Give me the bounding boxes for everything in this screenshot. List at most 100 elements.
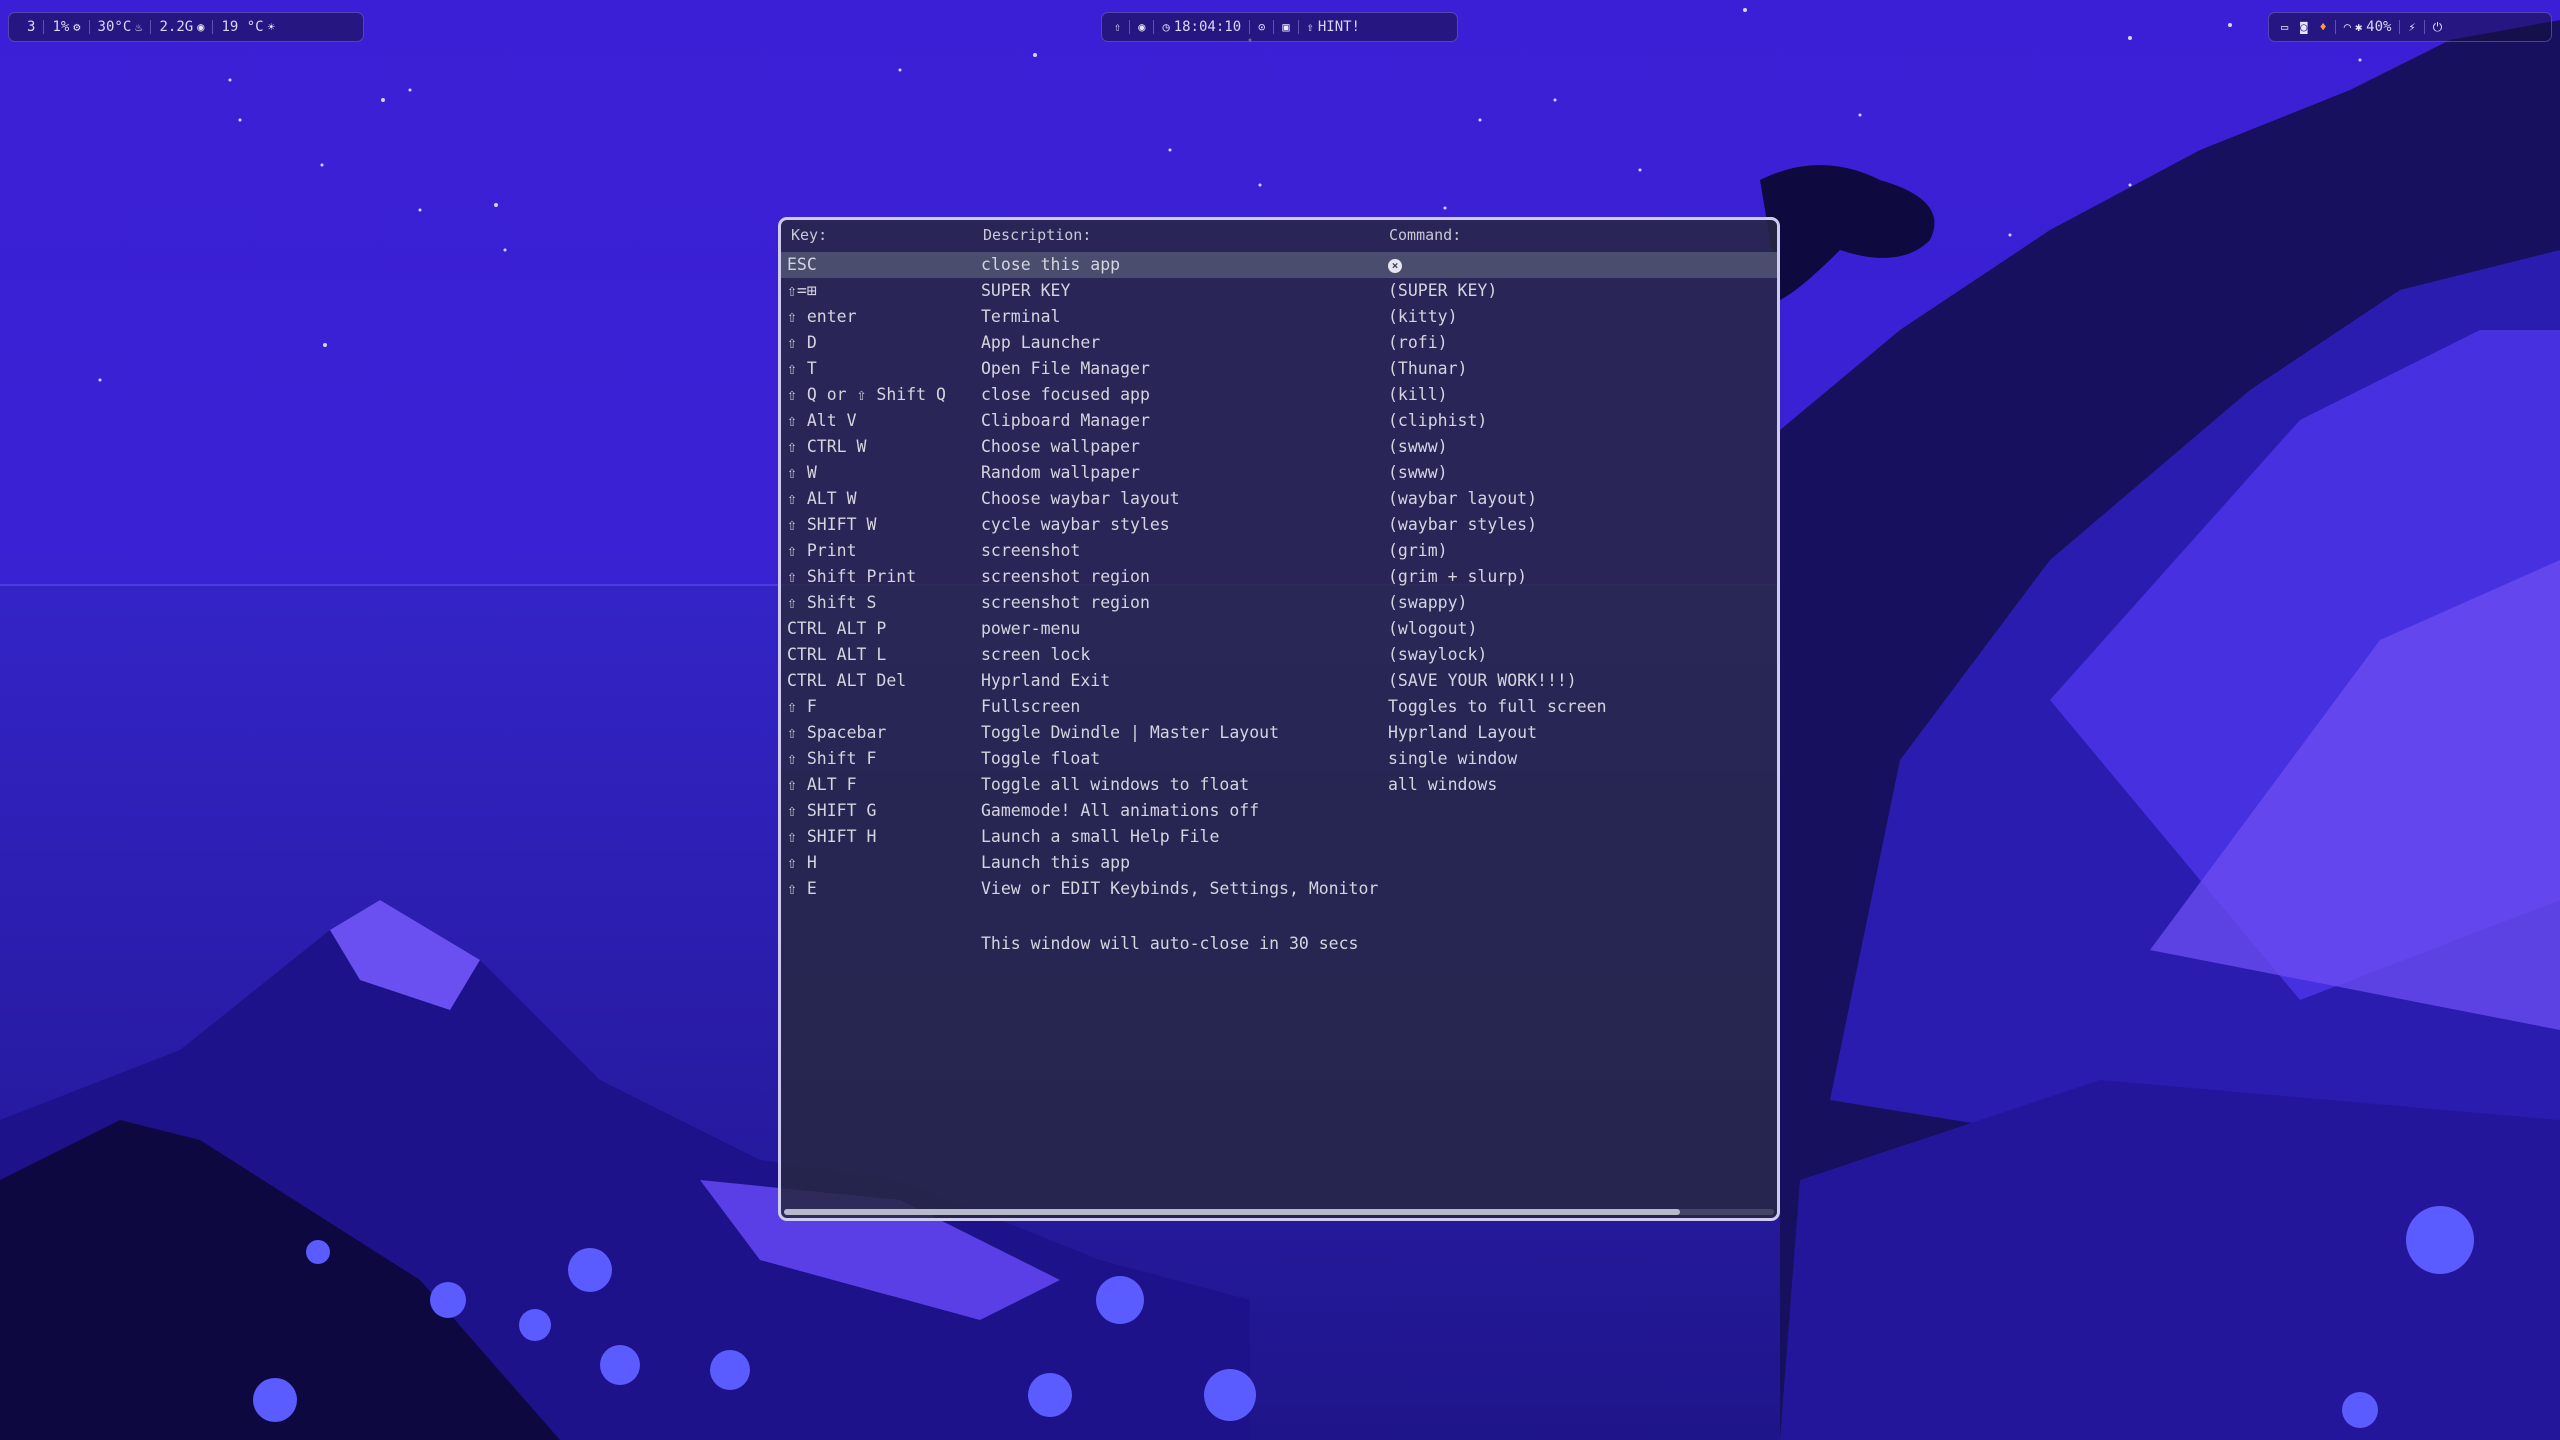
row-command: (grim): [1388, 541, 1448, 560]
auto-close-notice: This window will auto-close in 30 secs: [981, 934, 1359, 953]
row-key: CTRL ALT P: [787, 619, 887, 638]
table-row[interactable]: ⇧=⊞ SUPER KEY (SUPER KEY): [781, 278, 1777, 304]
table-row[interactable]: ⇧ SHIFT G Gamemode! All animations off: [781, 798, 1777, 824]
row-description: SUPER KEY: [981, 281, 1071, 300]
table-row[interactable]: CTRL ALT L screen lock (swaylock): [781, 642, 1777, 668]
header-description[interactable]: Description:: [983, 226, 1091, 244]
lock-button[interactable]: ▣: [1274, 20, 1297, 34]
row-description: Random wallpaper: [981, 463, 1140, 482]
volume[interactable]: ◠ ✱ 40%: [2336, 19, 2400, 35]
row-key: ⇧ E: [787, 879, 817, 898]
table-row[interactable]: ⇧ Shift S screenshot region (swappy): [781, 590, 1777, 616]
topbar-left: 3 1% ⚙ 30°C ♨ 2.2G ◉ 19 °C ☀: [8, 12, 364, 42]
row-key: CTRL ALT Del: [787, 671, 907, 690]
row-key: ⇧ Shift F: [787, 749, 877, 768]
table-row[interactable]: ⇧ D App Launcher (rofi): [781, 330, 1777, 356]
row-key: ⇧ D: [787, 333, 817, 352]
table-row[interactable]: ⇧ ALT F Toggle all windows to float all wi…: [781, 772, 1777, 798]
row-description: close this app: [981, 255, 1121, 274]
row-description: App Launcher: [981, 333, 1101, 352]
temperature[interactable]: 30°C ♨: [90, 19, 151, 35]
table-header: Key: Description: Command:: [781, 226, 1777, 250]
power-button[interactable]: ⏻: [2425, 20, 2451, 35]
discord-icon[interactable]: ◙: [2300, 20, 2307, 34]
table-row[interactable]: ⇧ Alt V Clipboard Manager (cliphist): [781, 408, 1777, 434]
row-description: screenshot: [981, 541, 1081, 560]
memory-usage[interactable]: 2.2G ◉: [151, 19, 212, 35]
table-row[interactable]: ⇧ W Random wallpaper (swww): [781, 460, 1777, 486]
headphones-icon: ◠: [2343, 20, 2351, 34]
row-key: ⇧ Spacebar: [787, 723, 887, 742]
notifications[interactable]: ⚡: [2400, 20, 2423, 34]
table-row[interactable]: ESC close this app ×: [781, 252, 1777, 278]
table-row[interactable]: CTRL ALT P power-menu (wlogout): [781, 616, 1777, 642]
weather[interactable]: 19 °C ☀: [213, 19, 282, 35]
close-icon[interactable]: ×: [1388, 252, 1402, 278]
row-key: ESC: [787, 255, 817, 274]
hint-button[interactable]: ⇧ HINT!: [1299, 19, 1368, 35]
table-row[interactable]: ⇧ CTRL W Choose wallpaper (swww): [781, 434, 1777, 460]
memory-icon: ◉: [197, 20, 205, 34]
row-command: all windows: [1388, 775, 1498, 794]
table-row[interactable]: ⇧ enter Terminal (kitty): [781, 304, 1777, 330]
table-row[interactable]: ⇧ F Fullscreen Toggles to full screen: [781, 694, 1777, 720]
record-button[interactable]: ⊙: [1250, 20, 1273, 34]
row-description: screenshot region: [981, 567, 1150, 586]
row-description: View or EDIT Keybinds, Settings, Monitor: [981, 879, 1379, 898]
idle-inhibitor[interactable]: ◉: [1130, 20, 1153, 34]
header-key[interactable]: Key:: [791, 226, 827, 244]
row-description: cycle waybar styles: [981, 515, 1170, 534]
table-row[interactable]: ⇧ ALT W Choose waybar layout (waybar layou…: [781, 486, 1777, 512]
row-key: ⇧=⊞: [787, 281, 817, 300]
row-description: power-menu: [981, 619, 1081, 638]
table-row[interactable]: ⇧ Print screenshot (grim): [781, 538, 1777, 564]
row-description: Gamemode! All animations off: [981, 801, 1260, 820]
topbar-center: ⇧ ◉ ◷ 18:04:10 ⊙ ▣ ⇧ HINT!: [1101, 12, 1458, 42]
row-command: (swappy): [1388, 593, 1468, 612]
table-row[interactable]: ⇧ E View or EDIT Keybinds, Settings, Moni…: [781, 876, 1777, 902]
keybinds-help-window[interactable]: Key: Description: Command: ESC close thi…: [778, 217, 1780, 1221]
topbar-right: ▭ ◙ ♦ ◠ ✱ 40% ⚡ ⏻: [2268, 12, 2552, 42]
row-key: ⇧ F: [787, 697, 817, 716]
row-key: ⇧ ALT W: [787, 489, 857, 508]
table-row[interactable]: ⇧ H Launch this app: [781, 850, 1777, 876]
row-command: Toggles to full screen: [1388, 697, 1607, 716]
row-description: Toggle float: [981, 749, 1101, 768]
row-description: Hyprland Exit: [981, 671, 1111, 690]
row-key: ⇧ W: [787, 463, 817, 482]
row-description: Toggle all windows to float: [981, 775, 1250, 794]
clock[interactable]: ◷ 18:04:10: [1154, 19, 1249, 35]
clock-icon: ◷: [1162, 20, 1170, 34]
table-row[interactable]: ⇧ Shift F Toggle float single window: [781, 746, 1777, 772]
flame-icon[interactable]: ♦: [2319, 20, 2326, 34]
flame-icon: ♨: [135, 20, 143, 34]
arch-icon[interactable]: ⇧: [1106, 20, 1129, 34]
row-key: ⇧ Q or ⇧ Shift Q: [787, 385, 946, 404]
row-description: close focused app: [981, 385, 1150, 404]
row-description: Launch this app: [981, 853, 1131, 872]
table-row[interactable]: ⇧ SHIFT W cycle waybar styles (waybar styl…: [781, 512, 1777, 538]
scrollbar-thumb[interactable]: [784, 1209, 1680, 1215]
horizontal-scrollbar[interactable]: [784, 1209, 1774, 1215]
row-key: ⇧ Print: [787, 541, 857, 560]
cpu-usage[interactable]: 1% ⚙: [44, 19, 88, 35]
header-command[interactable]: Command:: [1389, 226, 1461, 244]
power-icon: ⏻: [2432, 19, 2443, 34]
table-row[interactable]: ⇧ Q or ⇧ Shift Q close focused app (kill): [781, 382, 1777, 408]
row-command: (waybar layout): [1388, 489, 1538, 508]
row-key: ⇧ H: [787, 853, 817, 872]
window-icon[interactable]: ▭: [2281, 20, 2288, 34]
table-row[interactable]: ⇧ Spacebar Toggle Dwindle | Master Layout…: [781, 720, 1777, 746]
row-description: Launch a small Help File: [981, 827, 1220, 846]
row-command: Hyprland Layout: [1388, 723, 1538, 742]
row-command: (kill): [1388, 385, 1448, 404]
table-row[interactable]: ⇧ Shift Print screenshot region (grim + sl…: [781, 564, 1777, 590]
bell-off-icon: ⚡: [2408, 20, 2416, 34]
workspace-indicator[interactable]: 3: [19, 19, 43, 35]
row-key: ⇧ CTRL W: [787, 437, 867, 456]
table-row[interactable]: ⇧ T Open File Manager (Thunar): [781, 356, 1777, 382]
table-row[interactable]: ⇧ SHIFT H Launch a small Help File: [781, 824, 1777, 850]
row-key: ⇧ Alt V: [787, 411, 857, 430]
row-command: (grim + slurp): [1388, 567, 1528, 586]
table-row[interactable]: CTRL ALT Del Hyprland Exit (SAVE YOUR WORK…: [781, 668, 1777, 694]
